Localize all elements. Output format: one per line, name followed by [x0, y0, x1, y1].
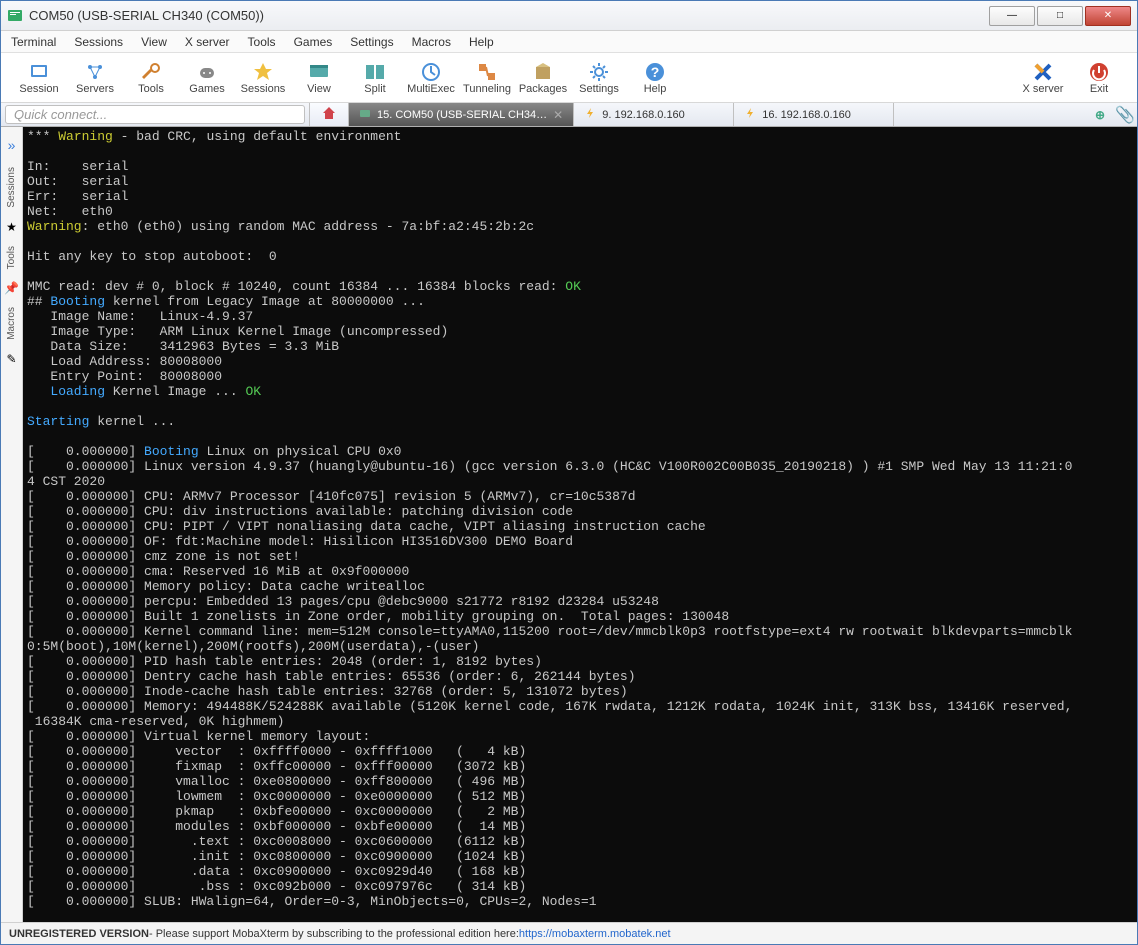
toolbar-settings[interactable]: Settings [571, 55, 627, 101]
tab-0[interactable]: 15. COM50 (USB-SERIAL CH34… ✕ [349, 103, 574, 126]
menu-terminal[interactable]: Terminal [11, 35, 56, 49]
servers-icon [84, 61, 106, 83]
toolbar-games[interactable]: Games [179, 55, 235, 101]
toolbar-label: Packages [519, 83, 567, 95]
split-icon [364, 61, 386, 83]
star-icon: ★ [6, 218, 17, 236]
toolbar-servers[interactable]: Servers [67, 55, 123, 101]
toolbar-label: View [307, 83, 331, 95]
toolbar-label: Tunneling [463, 83, 511, 95]
toolbar-help[interactable]: ? Help [627, 55, 683, 101]
titlebar: COM50 (USB-SERIAL CH340 (COM50)) — □ ✕ [1, 1, 1137, 31]
toolbar-multiexec[interactable]: MultiExec [403, 55, 459, 101]
app-icon [7, 8, 23, 24]
tab-label: 15. COM50 (USB-SERIAL CH34… [377, 109, 547, 121]
toolbar-exit[interactable]: Exit [1071, 55, 1127, 101]
window-controls: — □ ✕ [987, 6, 1131, 26]
toolbar-label: Exit [1090, 83, 1108, 95]
help-icon: ? [644, 61, 666, 83]
menu-view[interactable]: View [141, 35, 167, 49]
tab-close-button[interactable]: ✕ [553, 108, 563, 122]
tunneling-icon [476, 61, 498, 83]
toolbar: Session Servers Tools Games Sessions View Spli… [1, 53, 1137, 103]
rail-tab-tools[interactable]: Tools [3, 237, 20, 278]
toolbar-label: Help [644, 83, 667, 95]
plus-icon: ⊕ [1095, 108, 1105, 122]
packages-icon [532, 61, 554, 83]
toolbar-view[interactable]: View [291, 55, 347, 101]
xserver-icon [1032, 61, 1054, 83]
rail-tab-sessions[interactable]: Sessions [3, 158, 20, 217]
toolbar-tools[interactable]: Tools [123, 55, 179, 101]
toolbar-packages[interactable]: Packages [515, 55, 571, 101]
toolbar-label: Tools [138, 83, 164, 95]
lightning-icon [744, 107, 756, 122]
main-area: » Sessions ★ Tools 📌 Macros ✎ *** Warnin… [1, 127, 1137, 922]
exit-icon [1088, 61, 1110, 83]
tab-1[interactable]: 9. 192.168.0.160 [574, 103, 734, 126]
maximize-button[interactable]: □ [1037, 6, 1083, 26]
menu-settings[interactable]: Settings [350, 35, 393, 49]
attach-button[interactable]: 📎 [1113, 103, 1137, 126]
pencil-icon: ✎ [6, 350, 16, 368]
toolbar-tunneling[interactable]: Tunneling [459, 55, 515, 101]
new-tab-button[interactable]: ⊕ [1087, 103, 1113, 126]
home-tab[interactable] [309, 103, 349, 126]
tab-row: Quick connect... 15. COM50 (USB-SERIAL C… [1, 103, 1137, 127]
toolbar-label: Servers [76, 83, 114, 95]
menu-games[interactable]: Games [294, 35, 333, 49]
multiexec-icon [420, 61, 442, 83]
toolbar-label: Session [19, 83, 58, 95]
menu-x-server[interactable]: X server [185, 35, 230, 49]
statusbar-link[interactable]: https://mobaxterm.mobatek.net [519, 928, 671, 940]
menubar: Terminal Sessions View X server Tools Games Se… [1, 31, 1137, 53]
home-icon [321, 105, 337, 124]
statusbar-text: - Please support MobaXterm by subscribin… [149, 928, 519, 940]
session-icon [28, 61, 50, 83]
close-button[interactable]: ✕ [1085, 6, 1131, 26]
toolbar-label: Settings [579, 83, 619, 95]
tools-icon [140, 61, 162, 83]
statusbar: UNREGISTERED VERSION - Please support Mo… [1, 922, 1137, 944]
terminal-output[interactable]: *** Warning - bad CRC, using default env… [23, 127, 1137, 922]
rail-tab-macros[interactable]: Macros [3, 298, 20, 349]
menu-help[interactable]: Help [469, 35, 494, 49]
statusbar-version: UNREGISTERED VERSION [9, 928, 149, 940]
toolbar-session[interactable]: Session [11, 55, 67, 101]
toolbar-label: MultiExec [407, 83, 455, 95]
minimize-button[interactable]: — [989, 6, 1035, 26]
window-title: COM50 (USB-SERIAL CH340 (COM50)) [29, 8, 987, 23]
serial-icon [359, 107, 371, 122]
expand-sidebar-button[interactable]: » [8, 133, 16, 157]
toolbar-label: Games [189, 83, 224, 95]
lightning-icon [584, 107, 596, 122]
quick-connect-input[interactable]: Quick connect... [5, 105, 305, 124]
settings-icon [588, 61, 610, 83]
view-icon [308, 61, 330, 83]
menu-tools[interactable]: Tools [248, 35, 276, 49]
sessions-icon [252, 61, 274, 83]
games-icon [196, 61, 218, 83]
menu-macros[interactable]: Macros [412, 35, 451, 49]
toolbar-sessions[interactable]: Sessions [235, 55, 291, 101]
tab-label: 9. 192.168.0.160 [602, 109, 685, 121]
pin-icon: 📌 [4, 279, 19, 297]
tab-label: 16. 192.168.0.160 [762, 109, 851, 121]
menu-sessions[interactable]: Sessions [74, 35, 123, 49]
toolbar-label: X server [1023, 83, 1064, 95]
left-sidebar-rail: » Sessions ★ Tools 📌 Macros ✎ [1, 127, 23, 922]
toolbar-label: Sessions [241, 83, 286, 95]
svg-text:?: ? [651, 64, 660, 80]
paperclip-icon: 📎 [1115, 105, 1135, 125]
tab-2[interactable]: 16. 192.168.0.160 [734, 103, 894, 126]
toolbar-label: Split [364, 83, 385, 95]
toolbar-split[interactable]: Split [347, 55, 403, 101]
toolbar-x-server[interactable]: X server [1015, 55, 1071, 101]
